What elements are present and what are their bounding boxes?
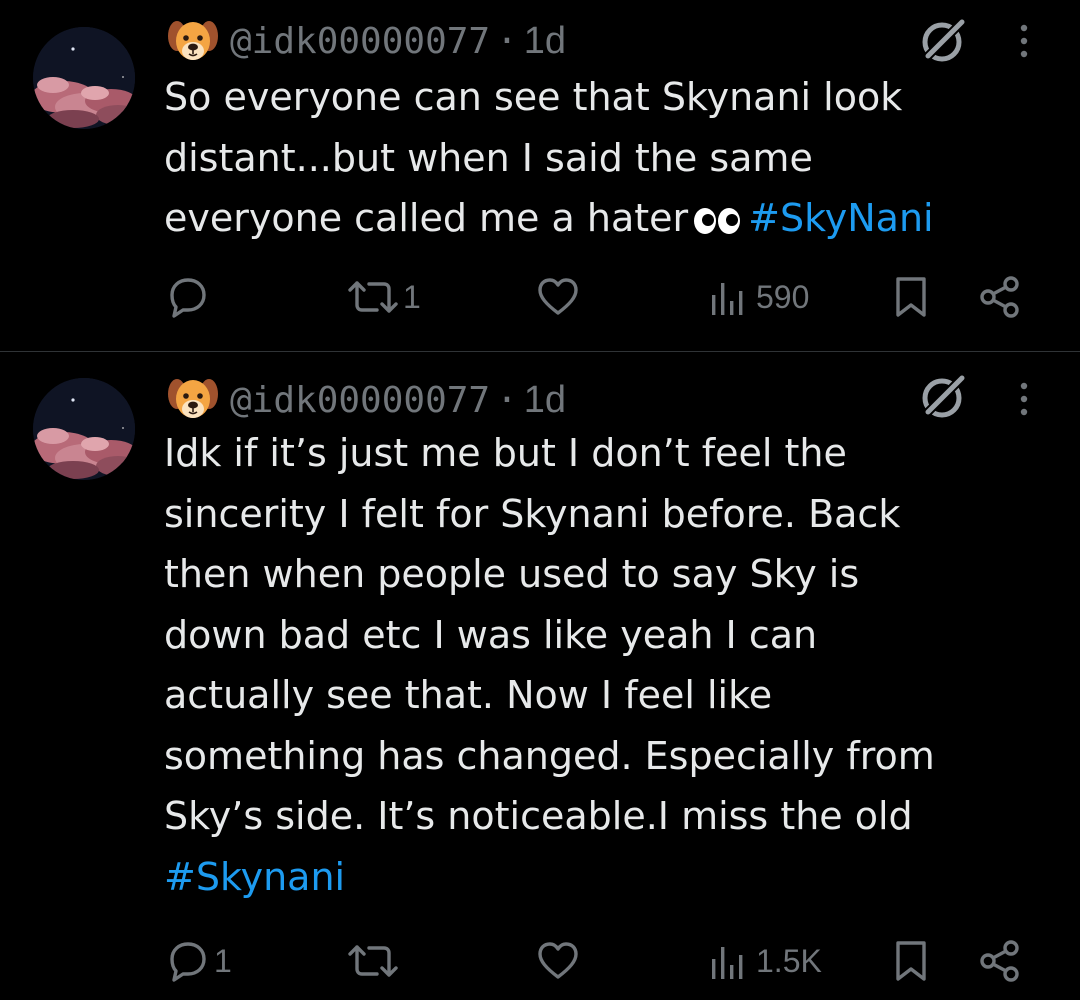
post-text-line: Sky’s side. It’s noticeable.I miss the o… [164,794,913,838]
post[interactable]: @idk00000077 · 1d So everyone can see that… [0,0,1080,351]
post[interactable]: @idk00000077 · 1d Idk if it’s just me but … [0,352,1080,1000]
view-count: 1.5K [756,943,822,979]
repost-icon [347,939,399,983]
bookmark-icon [893,939,929,983]
timestamp[interactable]: 1d [524,20,566,62]
share-icon [978,275,1022,319]
post-text-line: Idk if it’s just me but I don’t feel the [164,431,847,475]
reply-button[interactable]: 1 [166,936,232,986]
reply-button[interactable] [166,272,214,322]
separator-dot: · [496,21,518,62]
heart-icon [536,939,580,983]
hashtag-link[interactable]: #Skynani [164,855,345,899]
post-text-line: So everyone can see that Skynani look [164,75,903,119]
bookmark-icon [893,275,929,319]
share-icon [978,939,1022,983]
views-chart-icon [710,275,746,319]
post-text-line: down bad etc I was like yeah I can [164,612,818,657]
share-button[interactable] [978,936,1022,986]
views-button[interactable]: 1.5K [710,936,822,986]
hashtag-link[interactable]: #SkyNani [748,196,933,240]
post-text: Idk if it’s just me but I don’t feel the… [164,423,1044,907]
post-text-line: #Skynani [164,847,1044,908]
dog-face-icon [167,14,219,64]
avatar[interactable] [33,378,135,480]
reply-icon [166,275,210,319]
view-count: 590 [756,279,810,315]
eyes-emoji-icon [692,206,742,236]
repost-button[interactable] [347,936,403,986]
author-handle[interactable]: @idk00000077 [230,21,490,62]
post-text-line: sincerity I felt for Skynani before. Bac… [164,491,901,536]
bookmark-button[interactable] [893,272,929,322]
grok-icon[interactable] [918,16,968,66]
more-vertical-icon[interactable] [1012,16,1036,66]
post-text-line: then when people used to say Sky is [164,552,860,596]
like-button[interactable] [536,272,584,322]
dog-face-icon [167,372,219,422]
grok-icon[interactable] [918,372,968,422]
more-vertical-icon[interactable] [1012,374,1036,424]
repost-button[interactable]: 1 [347,272,421,322]
share-button[interactable] [978,272,1022,322]
post-text-line: actually see that. Now I feel like [164,673,773,717]
bookmark-button[interactable] [893,936,929,986]
avatar[interactable] [33,27,135,129]
post-text-line: something has changed. Especially from [164,733,935,778]
post-header: @idk00000077 · 1d [230,381,566,419]
post-header: @idk00000077 · 1d [230,22,566,60]
separator-dot: · [496,380,518,421]
views-button[interactable]: 590 [710,272,809,322]
repost-count: 1 [403,279,421,315]
heart-icon [536,275,580,319]
like-button[interactable] [536,936,584,986]
repost-icon [347,275,399,319]
views-chart-icon [710,939,746,983]
author-handle[interactable]: @idk00000077 [230,380,490,421]
post-text-line: everyone called me a hater #SkyNani [164,188,1044,249]
post-text-line: distant...but when I said the same [164,135,813,180]
reply-count: 1 [214,943,232,979]
timestamp[interactable]: 1d [524,379,566,421]
post-text: So everyone can see that Skynani look di… [164,67,1044,249]
post-text-segment: everyone called me a hater [164,196,689,240]
reply-icon [166,939,210,983]
